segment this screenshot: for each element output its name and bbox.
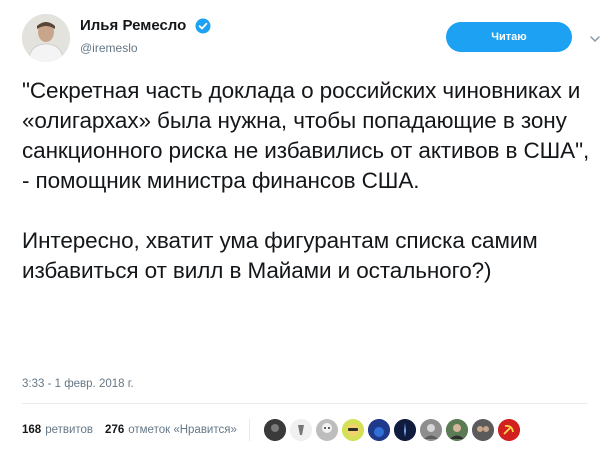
retweets-stat[interactable]: 168 ретвитов: [22, 424, 93, 436]
user-avatar-icon: [22, 14, 70, 62]
hammer-sickle-icon[interactable]: [497, 419, 520, 441]
chevron-down-icon[interactable]: [588, 32, 602, 46]
liker-avatar[interactable]: [445, 419, 468, 441]
liker-avatar[interactable]: [419, 419, 442, 441]
likes-stat[interactable]: 276 отметок «Нравится»: [105, 424, 237, 436]
likes-count: 276: [105, 424, 125, 436]
liker-avatar[interactable]: [263, 419, 286, 441]
likers-avatars: [263, 419, 524, 441]
tweet-header: Илья Ремесло @iremeslo Читаю: [22, 14, 600, 62]
tweet-paragraph: "Секретная часть доклада о российских чи…: [22, 78, 590, 193]
stats-separator: [248, 419, 250, 441]
verified-badge-icon: [195, 18, 211, 34]
tweet-paragraph: Интересно, хватит ума фигурантам списка …: [22, 228, 538, 283]
author-handle[interactable]: @iremeslo: [80, 41, 211, 55]
liker-avatar[interactable]: [367, 419, 390, 441]
liker-avatar[interactable]: [393, 419, 416, 441]
tweet-text: "Секретная часть доклада о российских чи…: [22, 76, 592, 286]
tweet-timestamp[interactable]: 3:33 - 1 февр. 2018 г.: [22, 378, 134, 390]
retweets-label: ретвитов: [45, 424, 94, 436]
liker-avatar[interactable]: [289, 419, 312, 441]
divider: [22, 403, 588, 404]
liker-avatar[interactable]: [315, 419, 338, 441]
following-button[interactable]: Читаю: [446, 22, 572, 52]
retweets-count: 168: [22, 424, 42, 436]
author-names: Илья Ремесло @iremeslo: [80, 17, 211, 55]
author-display-name[interactable]: Илья Ремесло: [80, 17, 186, 34]
likes-label: отметок «Нравится»: [128, 424, 237, 436]
tweet-stats: 168 ретвитов 276 отметок «Нравится»: [22, 414, 524, 446]
liker-avatar[interactable]: [341, 419, 364, 441]
author-avatar[interactable]: [22, 14, 70, 62]
liker-avatar[interactable]: [471, 419, 494, 441]
